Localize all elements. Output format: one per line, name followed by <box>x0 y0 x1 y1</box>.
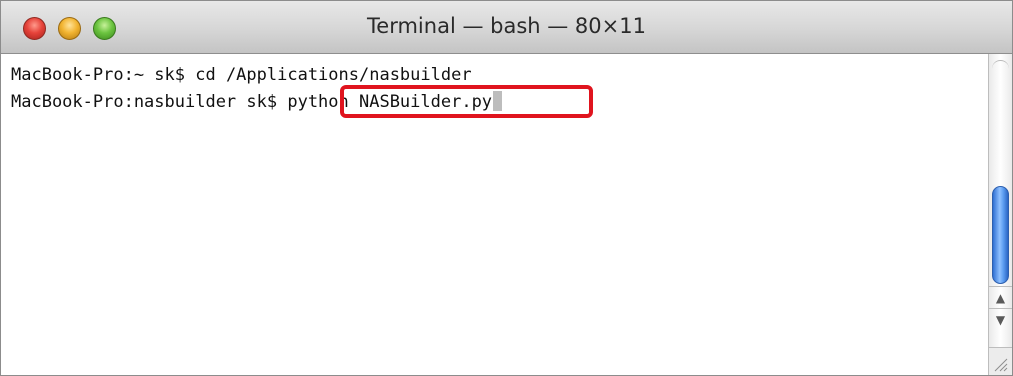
vertical-scrollbar[interactable]: ▲ ▼ <box>988 54 1012 375</box>
terminal-window: Terminal — bash — 80×11 MacBook-Pro:~ sk… <box>0 0 1013 376</box>
command-highlight-box <box>340 85 593 118</box>
terminal-line: MacBook-Pro:~ sk$ cd /Applications/nasbu… <box>11 64 472 86</box>
window-title: Terminal — bash — 80×11 <box>367 14 646 38</box>
arrow-up-icon[interactable]: ▲ <box>989 286 1012 308</box>
title-bar[interactable]: Terminal — bash — 80×11 <box>1 1 1012 54</box>
shell-command: cd /Applications/nasbuilder <box>195 65 472 85</box>
shell-prompt: MacBook-Pro:nasbuilder sk$ <box>11 92 288 112</box>
resize-grip-icon[interactable] <box>989 347 1012 375</box>
shell-prompt: MacBook-Pro:~ sk$ <box>11 65 196 85</box>
scroll-track-cap <box>992 60 1009 79</box>
scroll-thumb[interactable] <box>992 186 1009 284</box>
arrow-down-icon[interactable]: ▼ <box>989 308 1012 330</box>
